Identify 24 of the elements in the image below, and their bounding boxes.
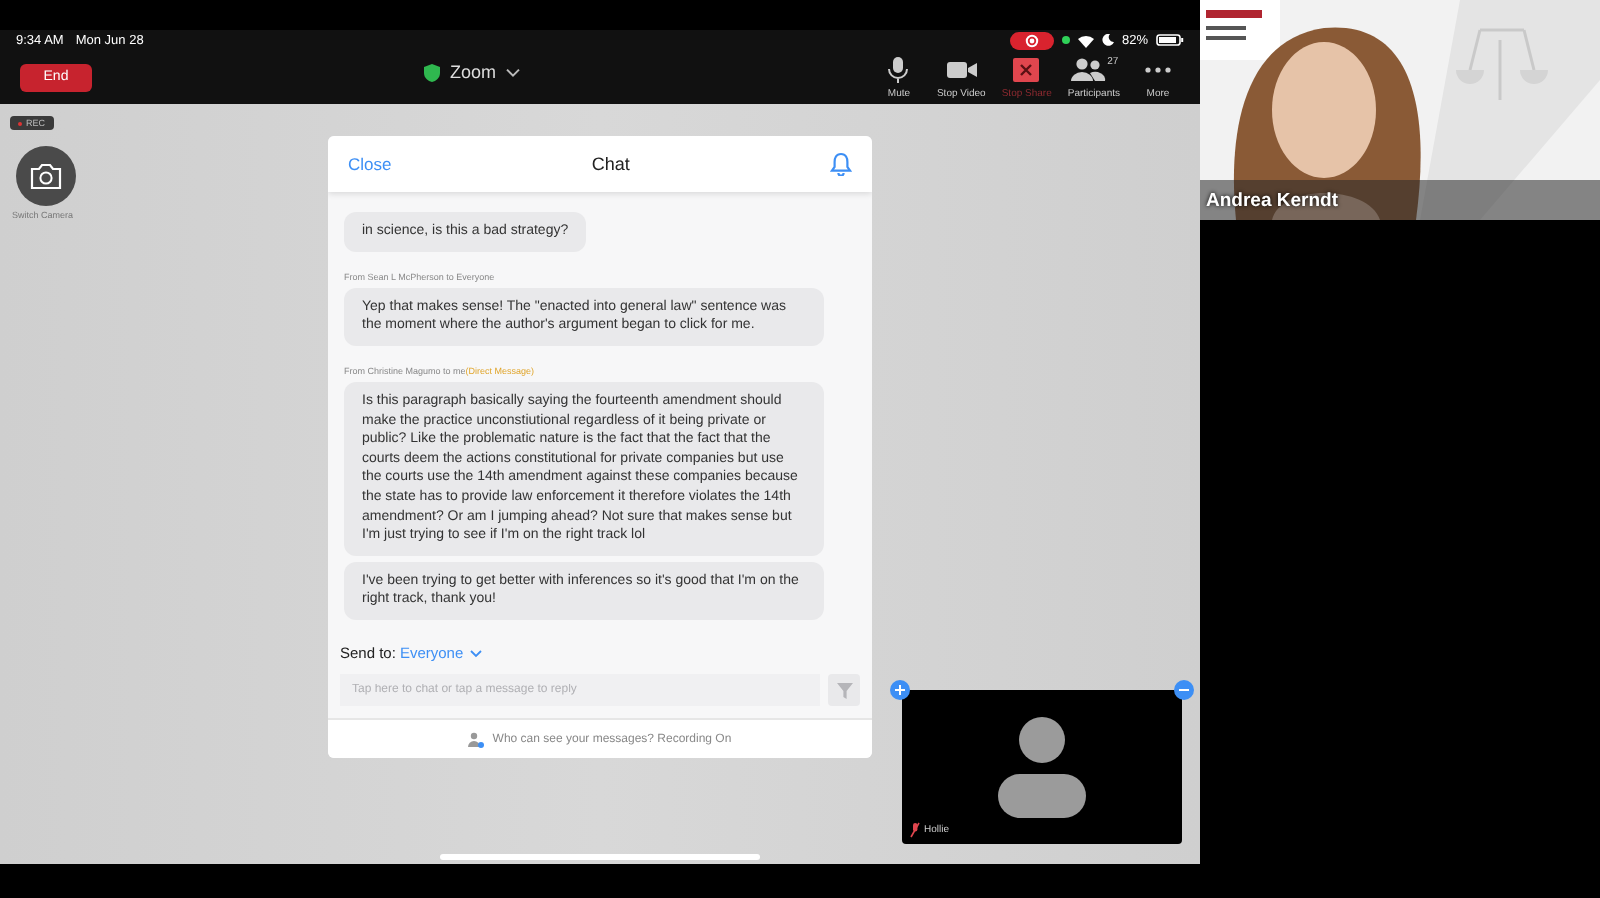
minus-icon <box>1178 684 1190 696</box>
x-box-icon <box>1012 55 1041 83</box>
plus-icon <box>894 684 906 696</box>
chevron-down-icon <box>469 649 482 657</box>
chat-title: Chat <box>591 154 630 174</box>
shield-icon <box>424 63 440 81</box>
speaker-name: Andrea Kerndt <box>1206 190 1338 212</box>
battery-icon <box>1156 34 1184 46</box>
wifi-icon <box>1077 33 1094 47</box>
moon-icon <box>1101 34 1114 46</box>
avatar-icon <box>998 716 1086 820</box>
camera-icon <box>30 162 62 190</box>
person-icon <box>468 731 485 747</box>
people-icon <box>1069 55 1106 83</box>
minimize-button[interactable] <box>1174 680 1194 700</box>
microphone-icon <box>884 55 913 83</box>
bell-icon[interactable] <box>830 152 852 176</box>
expand-button[interactable] <box>890 680 910 700</box>
meeting-title[interactable]: Zoom <box>450 62 497 82</box>
switch-camera-button[interactable] <box>16 146 76 206</box>
funnel-icon <box>835 681 853 699</box>
chevron-down-icon[interactable] <box>506 67 521 77</box>
recording-icon <box>1009 31 1054 49</box>
status-dot-icon <box>1061 36 1070 44</box>
